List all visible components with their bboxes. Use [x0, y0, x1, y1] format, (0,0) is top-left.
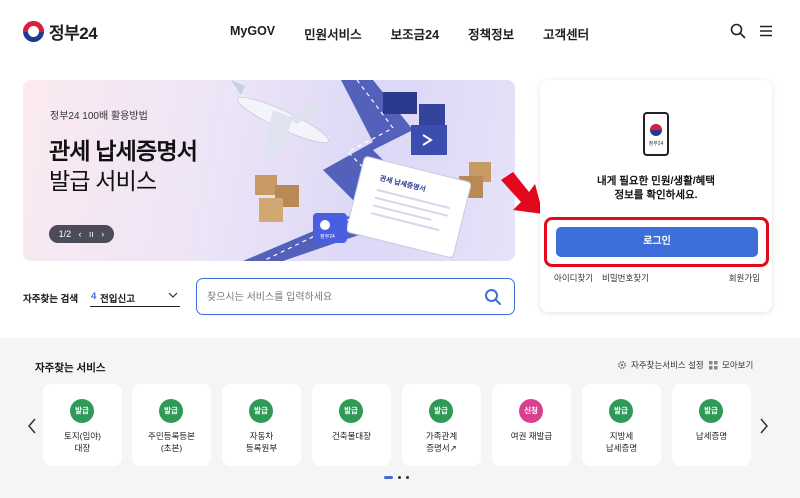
- grid-icon: [709, 360, 718, 369]
- banner-page-indicator: 1/2: [58, 229, 72, 239]
- nav-civil-services[interactable]: 민원서비스: [304, 24, 362, 43]
- issue-badge: 발급: [159, 399, 183, 423]
- carousel-dot[interactable]: [398, 476, 401, 479]
- service-card-label: 자동차 등록원부: [245, 431, 278, 453]
- signup-link[interactable]: 회원가입: [729, 272, 760, 284]
- login-button[interactable]: 로그인: [556, 227, 758, 257]
- service-card-family-certificate[interactable]: 발급 가족관계 증명서↗: [402, 384, 481, 466]
- find-id-link[interactable]: 아이디찾기: [554, 272, 593, 284]
- chevron-left-icon[interactable]: [26, 418, 38, 434]
- issue-badge: 발급: [339, 399, 363, 423]
- issue-badge: 발급: [429, 399, 453, 423]
- banner-title-line2: 발급 서비스: [49, 168, 157, 194]
- frequent-search-label: 자주찾는 검색: [23, 294, 79, 305]
- nav-mygov[interactable]: MyGOV: [230, 24, 275, 43]
- login-card: 정부24 내게 필요한 민원/생활/혜택 정보를 확인하세요. 로그인 아이디찾…: [540, 80, 772, 312]
- frequent-search-value: 전입신고: [100, 294, 135, 305]
- service-card-resident-register[interactable]: 발급 주민등록등본 (초본): [132, 384, 211, 466]
- services-view-all-label: 모아보기: [722, 360, 754, 370]
- phone-label: 정부24: [648, 141, 664, 147]
- search-icon[interactable]: [730, 23, 746, 39]
- search-box: [196, 278, 515, 315]
- issue-badge: 발급: [70, 399, 94, 423]
- service-card-label: 토지(임야) 대장: [64, 431, 101, 453]
- services-view-all-button[interactable]: 모아보기: [709, 359, 753, 371]
- nav-subsidy24[interactable]: 보조금24: [391, 24, 439, 43]
- service-card-label: 납세증명: [695, 431, 728, 441]
- service-card-building-register[interactable]: 발급 건축물대장: [312, 384, 391, 466]
- frequent-services-title: 자주찾는 서비스: [35, 362, 106, 374]
- frequent-search-rank: 4: [91, 291, 97, 302]
- chevron-right-icon[interactable]: [758, 418, 770, 434]
- issue-badge: 발급: [699, 399, 723, 423]
- frequent-search-dropdown[interactable]: 4 전입신고: [90, 285, 180, 307]
- services-settings-button[interactable]: 자주찾는서비스 설정: [617, 359, 704, 371]
- chevron-down-icon: [168, 292, 178, 298]
- banner-pager: 1/2 ‹ ıı ›: [49, 225, 114, 243]
- nav-policy-info[interactable]: 정책정보: [468, 24, 514, 43]
- search-submit-icon[interactable]: [484, 288, 502, 306]
- service-card-label: 가족관계 증명서↗: [425, 431, 458, 453]
- logo-text: 정부24: [49, 24, 98, 43]
- service-card-vehicle-register[interactable]: 발급 자동차 등록원부: [222, 384, 301, 466]
- frequent-services-section: 자주찾는 서비스 자주찾는서비스 설정 모아보기 발급 토지(임야) 대장 발급…: [0, 338, 800, 498]
- service-card-tax-certificate[interactable]: 발급 납세증명: [672, 384, 751, 466]
- taegeuk-icon: [23, 21, 44, 42]
- menu-icon[interactable]: [758, 23, 774, 39]
- services-settings-label: 자주찾는서비스 설정: [631, 360, 704, 370]
- customs-illustration: 관세 납세증명서 정부24: [231, 80, 491, 261]
- phone-icon: 정부24: [643, 112, 669, 156]
- apply-badge: 신청: [519, 399, 543, 423]
- login-message-line1: 내게 필요한 민원/생활/혜택: [597, 175, 715, 187]
- service-card-label: 주민등록등본 (초본): [148, 431, 195, 453]
- service-card-label: 건축물대장: [331, 431, 372, 441]
- service-card-land-register[interactable]: 발급 토지(임야) 대장: [43, 384, 122, 466]
- site-header: 정부24 MyGOV 민원서비스 보조금24 정책정보 고객센터: [0, 0, 800, 62]
- banner-title: 관세 납세증명서: [49, 138, 198, 164]
- service-card-local-tax-certificate[interactable]: 발급 지방세 납세증명: [582, 384, 661, 466]
- banner-next-button[interactable]: ›: [101, 229, 104, 239]
- promo-banner[interactable]: 정부24 100배 활용방법 관세 납세증명서 발급 서비스 1/2 ‹ ıı …: [23, 80, 515, 261]
- carousel-dot[interactable]: [406, 476, 409, 479]
- find-password-link[interactable]: 비밀번호찾기: [602, 272, 649, 284]
- gov24-logo[interactable]: 정부24: [23, 19, 98, 44]
- issue-badge: 발급: [609, 399, 633, 423]
- banner-subtitle: 정부24 100배 활용방법: [50, 111, 148, 122]
- nav-customer-center[interactable]: 고객센터: [543, 24, 589, 43]
- airplane-icon: [231, 80, 331, 155]
- service-card-passport-reissue[interactable]: 신청 여권 재발급: [492, 384, 571, 466]
- banner-prev-button[interactable]: ‹: [79, 229, 82, 239]
- gear-icon: [617, 360, 627, 370]
- taegeuk-icon: [650, 124, 662, 136]
- login-message: 내게 필요한 민원/생활/혜택 정보를 확인하세요.: [540, 174, 772, 202]
- carousel-dots: [384, 476, 409, 479]
- divider: [701, 361, 702, 370]
- service-card-label: 여권 재발급: [510, 431, 553, 441]
- service-card-label: 지방세 납세증명: [605, 431, 638, 453]
- carousel-dot-active[interactable]: [384, 476, 393, 479]
- main-nav: MyGOV 민원서비스 보조금24 정책정보 고객센터: [230, 24, 618, 43]
- search-input[interactable]: [207, 288, 467, 306]
- login-message-line2: 정보를 확인하세요.: [614, 189, 698, 201]
- illus-badge-label: 정부24: [320, 233, 335, 240]
- issue-badge: 발급: [249, 399, 273, 423]
- banner-pause-button[interactable]: ıı: [89, 229, 94, 239]
